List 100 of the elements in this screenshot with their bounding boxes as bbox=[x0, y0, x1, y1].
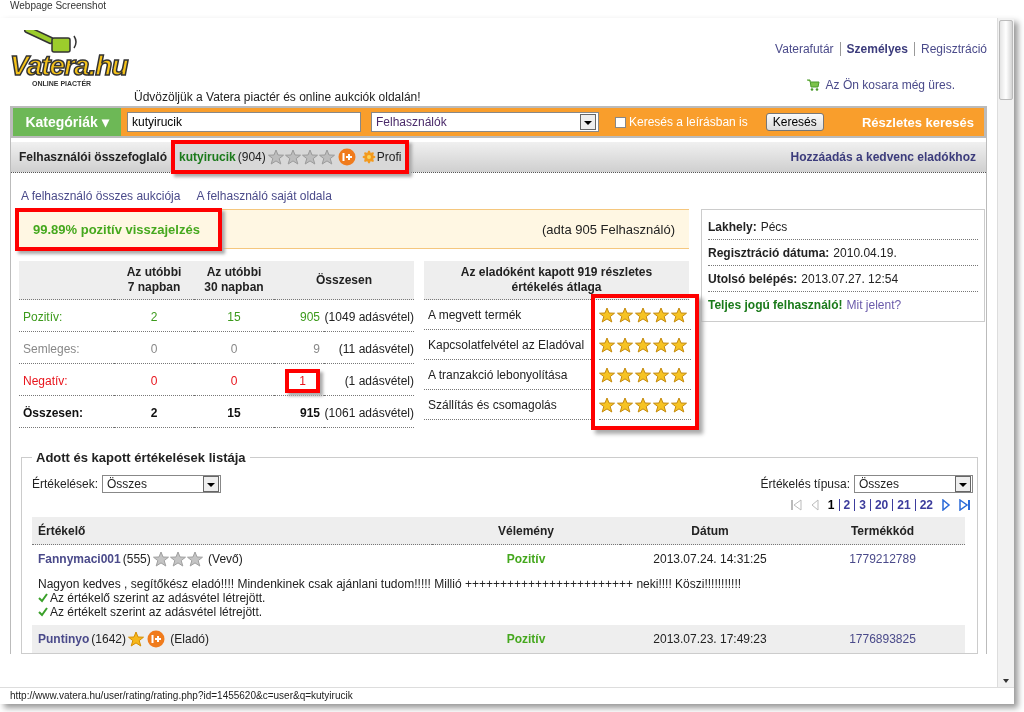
username-link[interactable]: Puntinyo bbox=[38, 632, 90, 646]
table-cell: 9 bbox=[313, 341, 320, 356]
role-label: (Vevő) bbox=[207, 552, 243, 566]
star-icon bbox=[671, 336, 687, 353]
star-icon bbox=[599, 306, 615, 323]
star-icon bbox=[267, 149, 284, 165]
row-label: Negatív: bbox=[19, 366, 114, 396]
header-link[interactable]: Vaterafutár bbox=[769, 42, 840, 56]
profile-field: Lakhely: Pécs bbox=[708, 214, 978, 240]
star-icon bbox=[653, 336, 669, 353]
star-icon bbox=[671, 366, 687, 383]
table-cell: (1061 adásvétel) bbox=[324, 398, 414, 428]
star-icon bbox=[284, 149, 301, 165]
next-page-icon[interactable] bbox=[939, 499, 953, 511]
star-icon bbox=[599, 366, 615, 383]
table-cell: 905 bbox=[299, 309, 320, 324]
user-link[interactable]: A felhasználó összes aukciója bbox=[21, 189, 181, 203]
star-icon bbox=[301, 149, 318, 165]
star-icon bbox=[128, 631, 144, 647]
table-cell: 0 bbox=[114, 334, 194, 364]
scope-select[interactable]: Felhasználók bbox=[371, 112, 599, 132]
flower-icon bbox=[361, 150, 376, 164]
date-cell: 2013.07.23. 17:49:23 bbox=[620, 625, 800, 653]
column-header: Értékelő bbox=[32, 517, 432, 545]
description-checkbox[interactable] bbox=[615, 116, 626, 128]
role-label: (Eladó) bbox=[169, 632, 210, 646]
star-icon bbox=[635, 306, 651, 323]
star-icon bbox=[671, 396, 687, 413]
table-cell: 2 bbox=[114, 398, 194, 428]
row-label: Pozitív: bbox=[19, 302, 114, 332]
plus-badge-icon bbox=[337, 148, 356, 166]
star-icon bbox=[653, 366, 669, 383]
profile-field: Utolsó belépés: 2013.07.27. 12:54 bbox=[708, 266, 978, 292]
star-icon bbox=[152, 551, 169, 567]
star-icon bbox=[617, 366, 633, 383]
column-header: Dátum bbox=[620, 517, 800, 545]
add-favorite-link[interactable]: Hozzáadás a kedvenc eladókhoz bbox=[790, 150, 976, 164]
table-cell: 0 bbox=[194, 366, 274, 396]
cart-icon bbox=[806, 79, 820, 91]
scroll-down-icon[interactable] bbox=[1002, 677, 1010, 685]
search-button[interactable]: Keresés bbox=[765, 113, 824, 131]
rating-count: (904) bbox=[237, 150, 266, 164]
table-cell: 15 bbox=[194, 398, 274, 428]
table-cell: 15 bbox=[194, 302, 274, 332]
summary-title: Felhasználói összefoglaló bbox=[19, 150, 168, 164]
table-cell: (11 adásvétel) bbox=[324, 334, 414, 364]
star-icon bbox=[617, 396, 633, 413]
filter-select[interactable]: Összes bbox=[102, 475, 222, 493]
column-header: Összesen bbox=[274, 261, 414, 300]
header-link[interactable]: Regisztráció bbox=[913, 42, 987, 56]
table-cell: (1049 adásvétel) bbox=[324, 302, 414, 332]
star-icon bbox=[318, 149, 335, 165]
page-link[interactable]: 2 bbox=[838, 499, 855, 511]
star-icon bbox=[635, 336, 651, 353]
comment-text: Nagyon kedves , segítőkész eladó!!!! Mindenkinek csak ajánlani tudom!!!!! Millió ++++++++++++++++++++++++ neki!!!! Köszi!!!!!!!!!!! bbox=[38, 577, 743, 591]
username-link[interactable]: Fannymaci001 bbox=[38, 552, 121, 566]
star-icon bbox=[635, 366, 651, 383]
page-link[interactable]: 3 bbox=[854, 499, 870, 511]
star-icon bbox=[653, 306, 669, 323]
star-icon bbox=[617, 336, 633, 353]
page-link[interactable]: 1 bbox=[823, 499, 839, 511]
rating-label: Kapcsolatfelvétel az Eladóval bbox=[424, 330, 591, 360]
column-header: Az utóbbi 30 napban bbox=[194, 261, 274, 300]
filter-label: Értékelések: bbox=[32, 477, 99, 491]
opinion-cell-text: Pozitív bbox=[505, 551, 547, 568]
rating-label: Szállítás és csomagolás bbox=[424, 390, 591, 420]
last-page-icon[interactable] bbox=[957, 499, 971, 511]
star-icon bbox=[671, 306, 687, 323]
rating-count: (555) bbox=[122, 552, 151, 566]
confirmation-text: Az értékelő szerint az adásvétel létrejött. bbox=[50, 591, 266, 605]
star-icon bbox=[169, 551, 186, 567]
search-field[interactable]: kutyirucik bbox=[127, 112, 361, 132]
help-link[interactable]: Mit jelent? bbox=[846, 297, 902, 312]
star-icon bbox=[617, 306, 633, 323]
given-by-text: (adta 905 Felhasználó) bbox=[542, 221, 675, 237]
column-header: Termékkód bbox=[800, 517, 965, 545]
star-icon bbox=[635, 396, 651, 413]
panel-title: Adott és kapott értékelések listája bbox=[35, 450, 247, 465]
account-status: Teljes jogú felhasználó! bbox=[708, 297, 843, 312]
cart-status: Az Ön kosara még üres. bbox=[825, 78, 955, 92]
row-label: Összesen: bbox=[19, 398, 114, 428]
column-header: Vélemény bbox=[432, 517, 620, 545]
star-icon bbox=[653, 396, 669, 413]
page-link[interactable]: 21 bbox=[892, 499, 915, 511]
rating-count: (1642) bbox=[91, 632, 126, 646]
opinion-cell: Pozitív bbox=[432, 625, 620, 653]
username-link[interactable]: kutyirucik bbox=[179, 150, 236, 164]
table-cell: 2 bbox=[114, 302, 194, 332]
page-link[interactable]: 20 bbox=[869, 499, 893, 511]
type-select[interactable]: Összes bbox=[854, 475, 973, 493]
scrollbar-thumb[interactable] bbox=[999, 20, 1013, 100]
page-link[interactable]: 22 bbox=[914, 499, 937, 511]
header-link[interactable]: Személyes bbox=[839, 42, 914, 56]
user-link[interactable]: A felhasználó saját oldala bbox=[196, 189, 332, 203]
scrollbar[interactable] bbox=[997, 18, 1014, 687]
status-bar-url: http://www.vatera.hu/user/rating/rating.php?id=1455620&c=user&q=kutyirucik bbox=[0, 687, 1014, 704]
profile-field: Regisztráció dátuma: 2010.04.19. bbox=[708, 240, 978, 266]
date-cell-text: 2013.07.24. 14:31:25 bbox=[652, 551, 768, 568]
confirmation-text: Az értékelt szerint az adásvétel létrejött. bbox=[50, 605, 263, 619]
product-code-link[interactable]: 1779212789 bbox=[849, 552, 916, 566]
